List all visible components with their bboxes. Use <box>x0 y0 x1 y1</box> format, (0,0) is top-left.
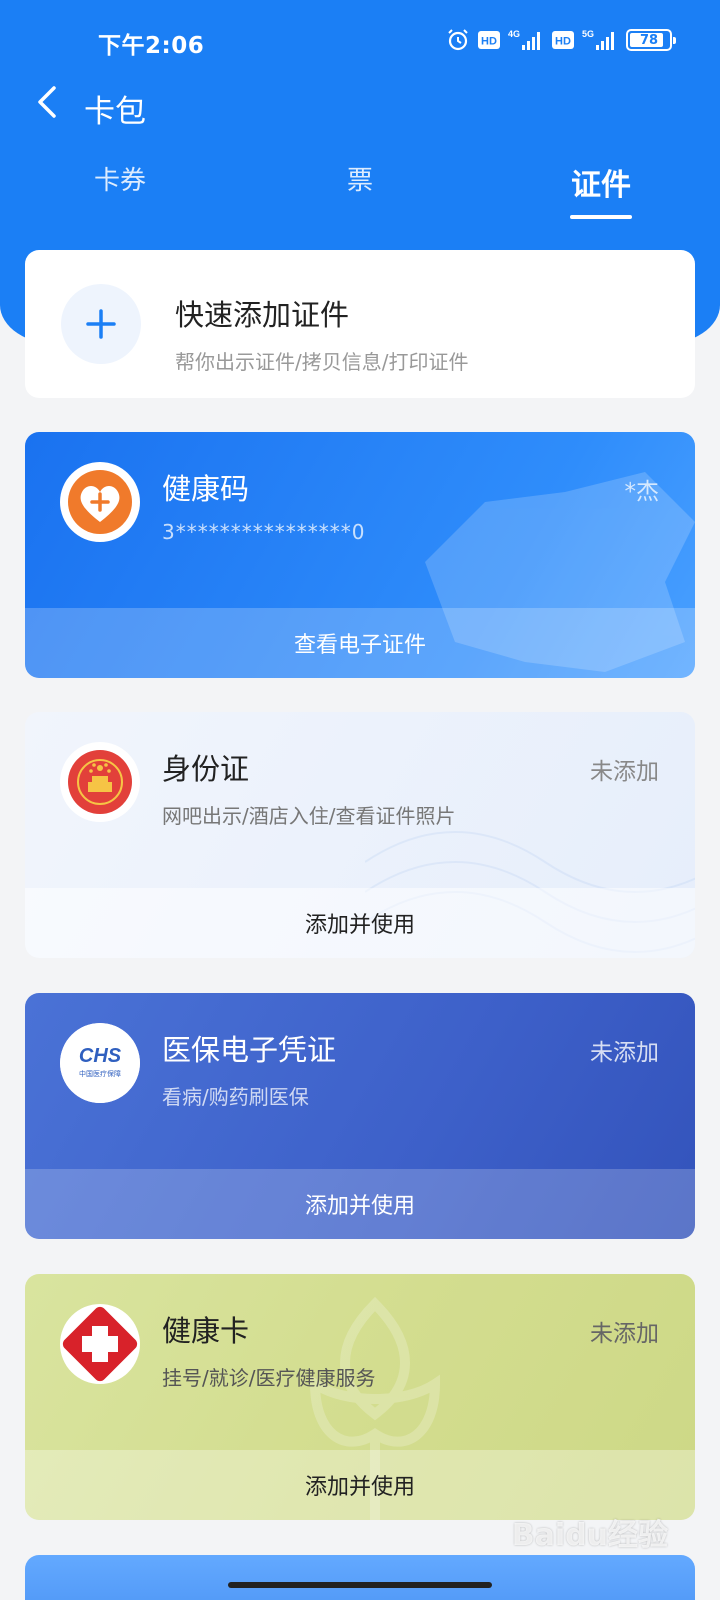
status-time: 下午2:06 <box>98 33 205 59</box>
hd-icon-2: HD <box>552 31 574 49</box>
tab-tickets[interactable]: 票 <box>320 160 400 220</box>
id-card-card[interactable]: 身份证 网吧出示/酒店入住/查看证件照片 未添加 添加并使用 <box>25 712 695 958</box>
card-subtitle: 挂号/就诊/医疗健康服务 <box>162 1366 376 1390</box>
heart-plus-icon <box>68 470 132 534</box>
back-button[interactable] <box>26 80 74 128</box>
hd-icon: HD <box>478 31 500 49</box>
signal-5g-icon: 5G <box>582 28 618 52</box>
card-title: 健康码 <box>162 472 250 506</box>
red-cross-icon <box>62 1306 138 1382</box>
view-document-button[interactable]: 查看电子证件 <box>25 608 695 678</box>
page-title: 卡包 <box>84 94 146 130</box>
card-id-number: 3****************0 <box>162 520 366 544</box>
health-card-card[interactable]: 健康卡 挂号/就诊/医疗健康服务 未添加 添加并使用 <box>25 1274 695 1520</box>
quick-add-card[interactable]: 快速添加证件 帮你出示证件/拷贝信息/打印证件 <box>25 250 695 398</box>
health-card-logo <box>60 1304 140 1384</box>
status-bar: 下午2:06 HD 4G HD 5G 78 <box>0 0 720 80</box>
svg-text:4G: 4G <box>508 29 520 39</box>
active-tab-indicator <box>570 215 632 219</box>
card-title: 医保电子凭证 <box>162 1033 337 1067</box>
battery-icon: 78 <box>626 29 676 51</box>
chs-logo-text: CHS <box>78 1045 122 1067</box>
svg-text:HD: HD <box>481 36 497 48</box>
id-card-logo <box>60 742 140 822</box>
next-card-preview[interactable] <box>25 1555 695 1600</box>
home-indicator[interactable] <box>228 1582 492 1588</box>
svg-text:HD: HD <box>555 36 571 48</box>
svg-text:5G: 5G <box>582 29 594 39</box>
card-title: 健康卡 <box>162 1314 250 1348</box>
baidu-watermark: Baidu经验 <box>511 1518 668 1553</box>
card-title: 身份证 <box>162 752 250 786</box>
quick-add-subtitle: 帮你出示证件/拷贝信息/打印证件 <box>175 350 469 374</box>
signal-4g-icon: 4G <box>508 28 544 52</box>
battery-level: 78 <box>639 32 659 48</box>
chevron-left-icon <box>38 86 56 118</box>
health-code-card[interactable]: 健康码 3****************0 *杰 查看电子证件 <box>25 432 695 678</box>
national-emblem-icon <box>68 750 132 814</box>
card-status: 未添加 <box>590 759 659 785</box>
tab-coupons[interactable]: 卡券 <box>80 160 160 220</box>
add-and-use-button[interactable]: 添加并使用 <box>25 888 695 958</box>
alarm-icon <box>446 28 470 52</box>
card-status: 未添加 <box>590 1321 659 1347</box>
card-holder-name: *杰 <box>624 479 660 505</box>
add-icon <box>61 284 141 364</box>
chs-logo: CHS 中国医疗保障 <box>60 1023 140 1103</box>
medical-insurance-card[interactable]: CHS 中国医疗保障 医保电子凭证 看病/购药刷医保 未添加 添加并使用 <box>25 993 695 1239</box>
card-status: 未添加 <box>590 1040 659 1066</box>
nav-bar: 卡包 <box>0 80 720 150</box>
status-icons: HD 4G HD 5G 78 <box>446 26 676 54</box>
tab-documents[interactable]: 证件 <box>556 160 646 220</box>
card-subtitle: 看病/购药刷医保 <box>162 1085 309 1109</box>
add-and-use-button[interactable]: 添加并使用 <box>25 1169 695 1239</box>
chs-logo-subtext: 中国医疗保障 <box>79 1070 121 1078</box>
quick-add-title: 快速添加证件 <box>175 298 350 332</box>
tab-bar: 卡券 票 证件 <box>0 160 720 220</box>
card-subtitle: 网吧出示/酒店入住/查看证件照片 <box>162 804 456 828</box>
health-code-logo <box>60 462 140 542</box>
